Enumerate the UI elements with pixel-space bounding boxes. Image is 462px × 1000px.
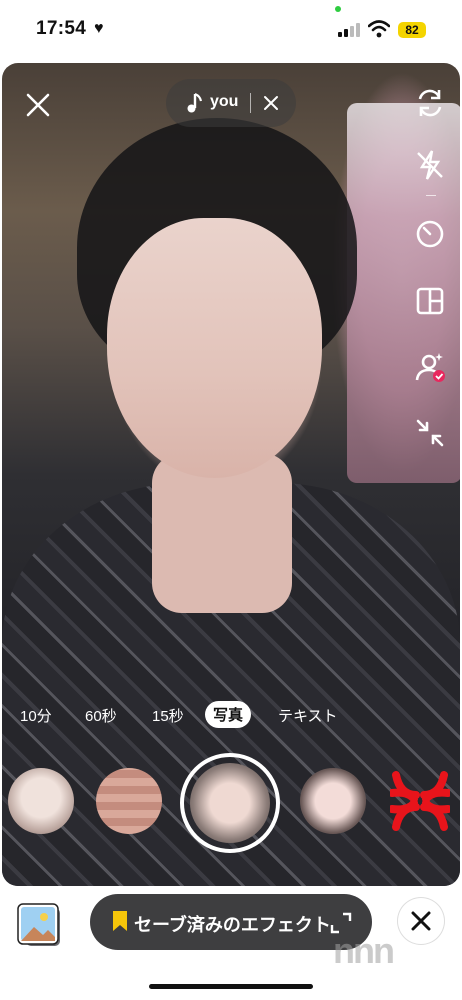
effect-2[interactable] bbox=[96, 768, 162, 834]
watermark-logo: nnn bbox=[333, 930, 395, 971]
collapse-icon[interactable] bbox=[412, 415, 448, 451]
tab-10min[interactable]: 10分 bbox=[20, 705, 52, 726]
status-bar: 17:54 ♥ 82 bbox=[0, 0, 462, 60]
flash-off-icon[interactable] bbox=[412, 147, 448, 183]
effect-4[interactable] bbox=[300, 768, 366, 834]
saved-effects-label: セーブ済みのエフェクト bbox=[134, 915, 331, 935]
close-icon bbox=[411, 911, 431, 931]
effect-selected[interactable] bbox=[180, 753, 280, 853]
bookmark-icon bbox=[113, 911, 127, 931]
gallery-icon[interactable] bbox=[16, 902, 62, 948]
close-icon[interactable] bbox=[24, 91, 52, 119]
effect-selected-preview bbox=[190, 763, 270, 843]
music-remove-icon[interactable] bbox=[263, 95, 279, 111]
music-selector[interactable]: you bbox=[166, 79, 296, 127]
camera-indicator bbox=[335, 6, 341, 12]
saved-effects-button[interactable]: セーブ済みのエフェクト bbox=[90, 894, 372, 950]
capture-mode-tabs: 10分 60秒 15秒 写真 テキスト bbox=[2, 699, 460, 735]
status-time: 17:54 bbox=[36, 18, 87, 39]
home-indicator bbox=[149, 984, 313, 989]
angry-effect-icon[interactable] bbox=[390, 771, 450, 831]
bottom-bar: セーブ済みのエフェクト nnn bbox=[0, 886, 462, 1000]
effect-1[interactable] bbox=[8, 768, 74, 834]
tab-60sec[interactable]: 60秒 bbox=[85, 705, 117, 726]
tools-divider bbox=[426, 195, 436, 196]
timer-icon[interactable] bbox=[412, 215, 448, 251]
tab-15sec[interactable]: 15秒 bbox=[152, 705, 184, 726]
signal-icon bbox=[338, 23, 360, 37]
heart-icon: ♥ bbox=[94, 20, 104, 37]
effects-carousel bbox=[2, 753, 460, 863]
tab-photo[interactable]: 写真 bbox=[205, 701, 252, 728]
flip-camera-icon[interactable] bbox=[412, 85, 448, 121]
music-divider bbox=[250, 93, 251, 113]
wifi-icon bbox=[368, 20, 390, 38]
close-effects-button[interactable] bbox=[398, 898, 444, 944]
battery-icon: 82 bbox=[398, 22, 426, 38]
layout-icon[interactable] bbox=[412, 283, 448, 319]
face bbox=[107, 218, 322, 478]
tab-text[interactable]: テキスト bbox=[278, 705, 338, 726]
duet-icon[interactable] bbox=[412, 349, 448, 385]
music-note-icon bbox=[187, 92, 203, 113]
music-title: you bbox=[210, 93, 239, 110]
camera-viewfinder[interactable]: you 10分 60秒 15秒 写真 テキスト bbox=[2, 63, 460, 886]
